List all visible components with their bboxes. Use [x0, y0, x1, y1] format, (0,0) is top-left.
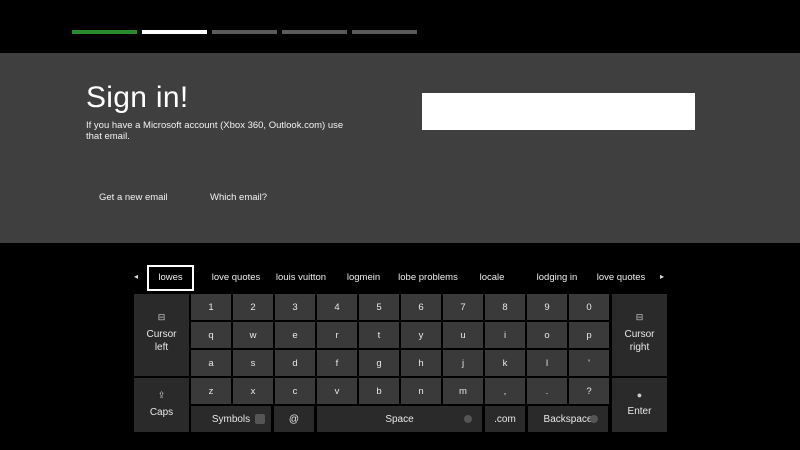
on-screen-keyboard: ⊟ Cursor left 1234567890 qwertyuiop asdfgh…	[134, 294, 667, 432]
key-o[interactable]: o	[527, 322, 567, 348]
key-5[interactable]: 5	[359, 294, 399, 320]
suggestion-item[interactable]: love quotes	[592, 265, 650, 291]
key-e[interactable]: e	[275, 322, 315, 348]
space-key[interactable]: Space	[317, 406, 482, 432]
key-q[interactable]: q	[191, 322, 231, 348]
key-g[interactable]: g	[359, 350, 399, 376]
dotcom-label: .com	[494, 413, 516, 425]
key-w[interactable]: w	[233, 322, 273, 348]
caps-icon: ⇪	[157, 390, 166, 400]
cursor-left-icon: ⊟	[157, 312, 166, 322]
symbols-key[interactable]: Symbols	[191, 406, 271, 432]
cursor-left-label-2: left	[154, 342, 169, 353]
cursor-right-icon: ⊟	[635, 312, 644, 322]
key-x[interactable]: x	[233, 378, 273, 404]
key-char-3-8[interactable]: .	[527, 378, 567, 404]
key-t[interactable]: t	[359, 322, 399, 348]
key-n[interactable]: n	[401, 378, 441, 404]
key-s[interactable]: s	[233, 350, 273, 376]
at-label: @	[288, 413, 300, 425]
backspace-key[interactable]: Backspace	[528, 406, 608, 432]
sign-in-panel: Sign in! If you have a Microsoft account…	[0, 53, 800, 243]
key-a[interactable]: a	[191, 350, 231, 376]
key-l[interactable]: l	[527, 350, 567, 376]
key-y[interactable]: y	[401, 322, 441, 348]
enter-icon: ●	[636, 390, 643, 400]
space-label: Space	[385, 413, 414, 425]
key-m[interactable]: m	[443, 378, 483, 404]
progress-step-1	[72, 30, 137, 34]
cursor-left-key[interactable]: ⊟ Cursor left	[134, 294, 189, 376]
key-char-3-9[interactable]: ?	[569, 378, 609, 404]
key-r[interactable]: r	[317, 322, 357, 348]
suggestion-item[interactable]: logmein	[340, 265, 387, 291]
key-i[interactable]: i	[485, 322, 525, 348]
key-c[interactable]: c	[275, 378, 315, 404]
progress-step-2	[142, 30, 207, 34]
key-p[interactable]: p	[569, 322, 609, 348]
key-b[interactable]: b	[359, 378, 399, 404]
progress-steps	[72, 30, 417, 34]
at-key[interactable]: @	[274, 406, 314, 432]
suggestions-prev-icon[interactable]: ◂	[134, 272, 138, 281]
key-d[interactable]: d	[275, 350, 315, 376]
symbols-shortcut-icon	[255, 414, 265, 424]
get-new-email-link[interactable]: Get a new email	[99, 192, 168, 203]
key-1[interactable]: 1	[191, 294, 231, 320]
which-email-link[interactable]: Which email?	[210, 192, 267, 203]
suggestions-next-icon[interactable]: ▸	[660, 272, 664, 281]
key-j[interactable]: j	[443, 350, 483, 376]
progress-step-3	[212, 30, 277, 34]
key-8[interactable]: 8	[485, 294, 525, 320]
key-k[interactable]: k	[485, 350, 525, 376]
suggestion-bar: ◂ lowes love quotes louis vuitton logmei…	[130, 265, 670, 291]
cursor-right-label-1: Cursor	[624, 329, 655, 340]
cursor-right-label-2: right	[629, 342, 650, 353]
space-shortcut-icon	[464, 415, 472, 423]
key-3[interactable]: 3	[275, 294, 315, 320]
backspace-shortcut-icon	[590, 415, 598, 423]
suggestion-item[interactable]: lobe problems	[394, 265, 462, 291]
dotcom-key[interactable]: .com	[485, 406, 525, 432]
progress-step-5	[352, 30, 417, 34]
caps-key[interactable]: ⇪ Caps	[134, 378, 189, 432]
key-z[interactable]: z	[191, 378, 231, 404]
backspace-label: Backspace	[543, 413, 593, 425]
cursor-left-label-1: Cursor	[146, 329, 177, 340]
key-6[interactable]: 6	[401, 294, 441, 320]
suggestion-item[interactable]: louis vuitton	[270, 265, 332, 291]
suggestion-item[interactable]: lowes	[147, 265, 194, 291]
key-9[interactable]: 9	[527, 294, 567, 320]
caps-label: Caps	[149, 407, 174, 418]
suggestion-item[interactable]: lodging in	[531, 265, 583, 291]
symbols-label: Symbols	[211, 413, 251, 425]
suggestion-item[interactable]: love quotes	[207, 265, 265, 291]
suggestion-item[interactable]: locale	[473, 265, 511, 291]
key-char-2-9[interactable]: '	[569, 350, 609, 376]
enter-label: Enter	[627, 406, 652, 417]
key-u[interactable]: u	[443, 322, 483, 348]
key-4[interactable]: 4	[317, 294, 357, 320]
sign-in-description: If you have a Microsoft account (Xbox 36…	[86, 120, 344, 142]
key-2[interactable]: 2	[233, 294, 273, 320]
key-f[interactable]: f	[317, 350, 357, 376]
key-0[interactable]: 0	[569, 294, 609, 320]
key-v[interactable]: v	[317, 378, 357, 404]
enter-key[interactable]: ● Enter	[612, 378, 667, 432]
progress-step-4	[282, 30, 347, 34]
key-char-3-7[interactable]: ,	[485, 378, 525, 404]
page-title: Sign in!	[86, 81, 189, 114]
cursor-right-key[interactable]: ⊟ Cursor right	[612, 294, 667, 376]
email-input[interactable]	[422, 93, 695, 130]
key-7[interactable]: 7	[443, 294, 483, 320]
key-h[interactable]: h	[401, 350, 441, 376]
